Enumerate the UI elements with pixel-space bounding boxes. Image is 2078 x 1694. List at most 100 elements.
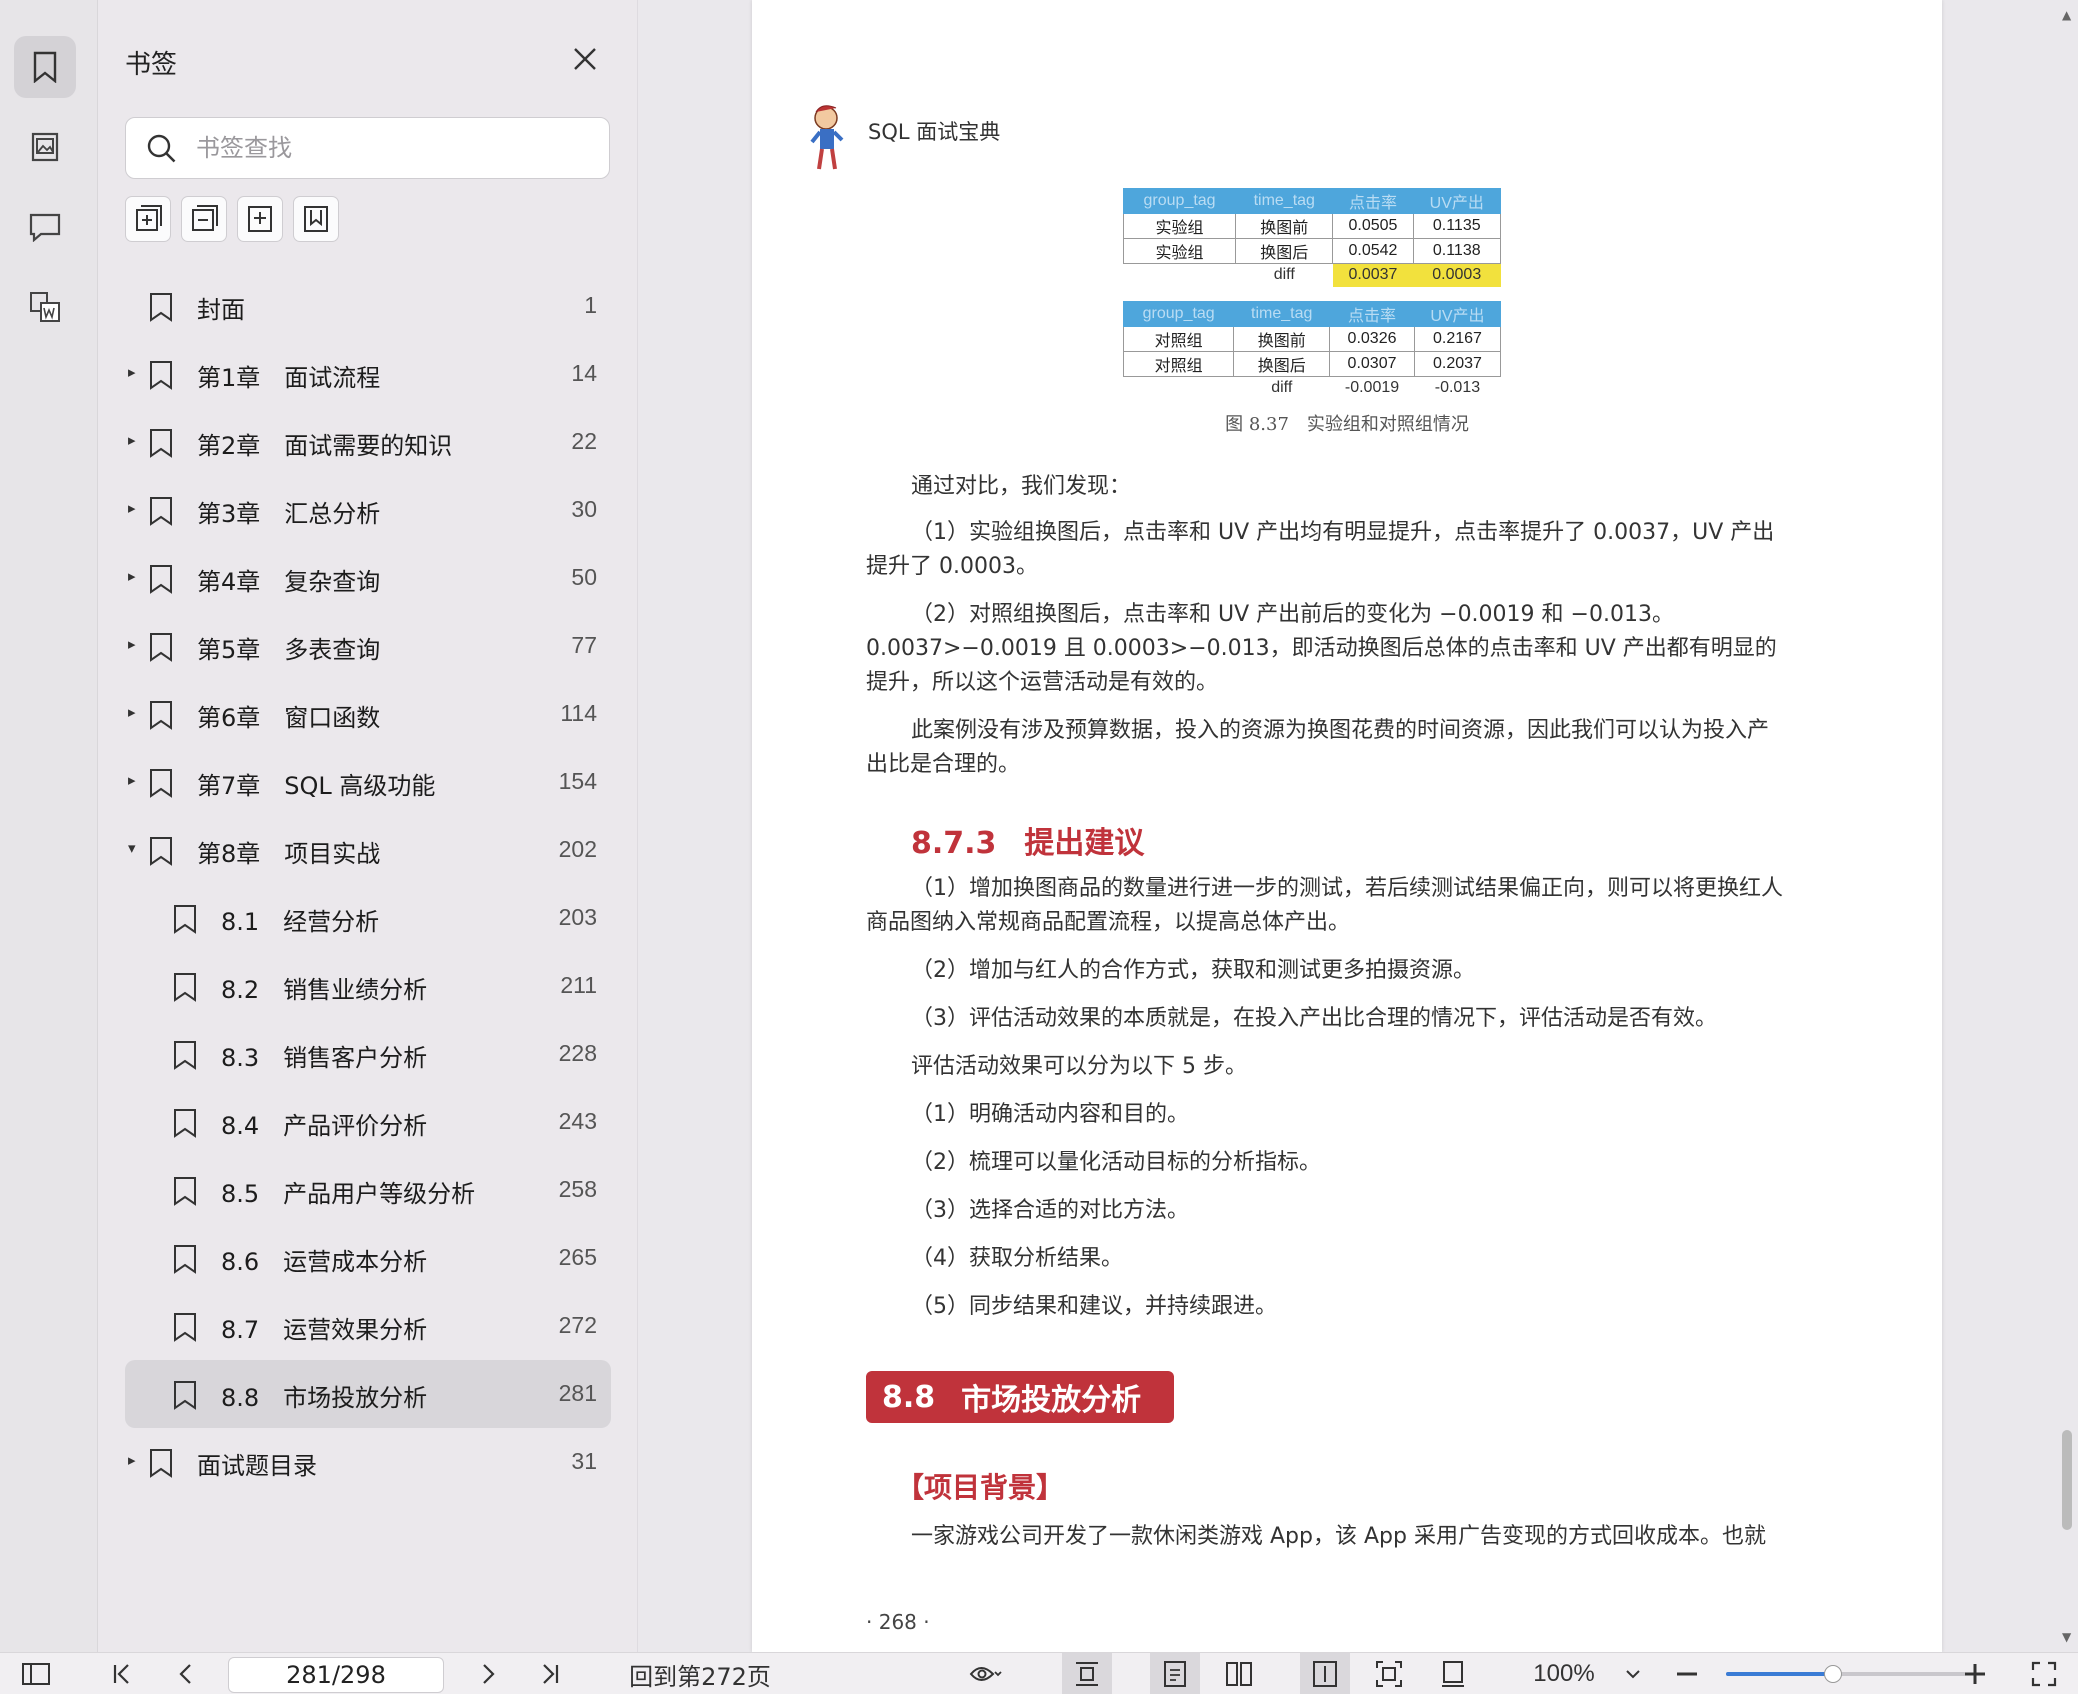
list-item: （2）梳理可以量化活动目标的分析指标。 <box>911 1150 1321 1175</box>
first-page-button[interactable] <box>100 1653 144 1694</box>
expand-all-button[interactable] <box>125 196 171 242</box>
bookmark-title: 第1章 面试流程 <box>197 364 381 392</box>
bookmark-item-ch2[interactable]: ▸ 第2章 面试需要的知识 22 <box>125 408 611 476</box>
cartoon-logo-icon <box>810 105 844 170</box>
paragraph: 一家游戏公司开发了一款休闲类游戏 App，该 App 采用广告变现的方式回收成本… <box>911 1524 1766 1549</box>
document-viewer[interactable]: SQL 面试宝典 group_tag time_tag 点击率 UV产出 实验组… <box>638 0 2078 1652</box>
bookmark-item-8-2[interactable]: 8.2 销售业绩分析 211 <box>125 952 611 1020</box>
paragraph: 评估活动效果可以分为以下 5 步。 <box>911 1054 1247 1079</box>
bookmark-item-ch4[interactable]: ▸ 第4章 复杂查询 50 <box>125 544 611 612</box>
image-icon <box>31 132 59 162</box>
table-cell: 换图后 <box>1235 238 1334 264</box>
list-item: （5）同步结果和建议，并持续跟进。 <box>911 1294 1277 1319</box>
list-item: （1）明确活动内容和目的。 <box>911 1102 1189 1127</box>
rotate-page-button[interactable] <box>1428 1653 1478 1694</box>
scroll-up-icon[interactable]: ▲ <box>2062 8 2071 22</box>
bookmark-item-cover[interactable]: 封面 1 <box>125 272 611 340</box>
bookmark-icon <box>150 293 172 322</box>
expand-caret-icon[interactable]: ▸ <box>128 703 136 721</box>
single-page-button[interactable] <box>1150 1653 1200 1694</box>
table-cell: 对照组 <box>1122 326 1235 352</box>
bookmark-item-ch8[interactable]: ▾ 第8章 项目实战 202 <box>125 816 611 884</box>
section-heading: 8.7.3 提出建议 <box>911 818 1144 862</box>
bookmark-options-button[interactable] <box>293 196 339 242</box>
thumbnail-panel-button[interactable] <box>14 116 76 178</box>
bookmark-item-8-5[interactable]: 8.5 产品用户等级分析 258 <box>125 1156 611 1224</box>
expand-caret-icon[interactable]: ▸ <box>128 431 136 449</box>
previous-page-button[interactable] <box>164 1653 208 1694</box>
zoom-level[interactable]: 100% <box>1524 1653 1604 1694</box>
sidebar-toggle-icon <box>22 1663 50 1685</box>
bookmark-title: 8.2 销售业绩分析 <box>221 976 428 1004</box>
bookmark-item-ch1[interactable]: ▸ 第1章 面试流程 14 <box>125 340 611 408</box>
fullscreen-button[interactable] <box>2024 1653 2064 1694</box>
paragraph: （2）对照组换图后，点击率和 UV 产出前后的变化为 −0.0019 和 −0.… <box>866 602 1777 695</box>
expand-caret-icon[interactable]: ▸ <box>128 635 136 653</box>
zoom-in-button[interactable] <box>1958 1653 1992 1694</box>
view-mode-dropdown[interactable] <box>954 1653 1018 1694</box>
table-cell: 换图前 <box>1233 326 1331 352</box>
zoom-out-button[interactable] <box>1670 1653 1704 1694</box>
bookmark-item-8-4[interactable]: 8.4 产品评价分析 243 <box>125 1088 611 1156</box>
close-icon <box>574 48 596 70</box>
page-number-input[interactable]: 281/298 <box>228 1657 444 1693</box>
bookmark-item-8-6[interactable]: 8.6 运营成本分析 265 <box>125 1224 611 1292</box>
back-to-page-button[interactable]: 回到第272页 <box>620 1653 780 1694</box>
fullscreen-icon <box>2031 1661 2057 1687</box>
close-sidebar-button[interactable] <box>570 44 600 74</box>
bookmark-item-ch7[interactable]: ▸ 第7章 SQL 高级功能 154 <box>125 748 611 816</box>
expand-caret-icon[interactable]: ▸ <box>128 499 136 517</box>
bookmark-icon <box>174 1041 196 1070</box>
fit-page-button[interactable] <box>1364 1653 1414 1694</box>
comment-panel-button[interactable] <box>14 196 76 258</box>
bottom-toolbar: 281/298 回到第272页 100% <box>0 1652 2078 1694</box>
vertical-scrollbar[interactable] <box>2062 1430 2072 1530</box>
bookmark-page: 31 <box>571 1448 597 1474</box>
table-cell: 对照组 <box>1122 351 1235 377</box>
table-cell: 0.1135 <box>1412 213 1502 239</box>
two-page-button[interactable] <box>1214 1653 1264 1694</box>
paragraph: 通过对比，我们发现： <box>911 474 1132 499</box>
expand-caret-icon[interactable]: ▸ <box>128 1451 136 1469</box>
bookmark-icon <box>150 837 172 866</box>
bookmark-item-8-7[interactable]: 8.7 运营效果分析 272 <box>125 1292 611 1360</box>
zoom-slider[interactable] <box>1726 1665 1966 1683</box>
bookmark-page: 265 <box>558 1244 597 1270</box>
zoom-slider-handle[interactable] <box>1824 1665 1842 1683</box>
toggle-sidebar-button[interactable] <box>14 1653 58 1694</box>
bookmark-item-ch5[interactable]: ▸ 第5章 多表查询 77 <box>125 612 611 680</box>
continuous-scroll-button[interactable] <box>1300 1653 1350 1694</box>
section-title: 提出建议 <box>1024 826 1145 861</box>
search-icon <box>147 134 176 163</box>
table-cell: diff <box>1273 266 1295 284</box>
add-bookmark-button[interactable] <box>237 196 283 242</box>
bookmark-icon <box>150 429 172 458</box>
fit-width-icon <box>1076 1662 1098 1686</box>
bookmark-list: 封面 1 ▸ 第1章 面试流程 14 ▸ 第2章 面试需要的知识 22 ▸ 第3… <box>125 272 611 1496</box>
zoom-dropdown[interactable] <box>1618 1653 1648 1694</box>
last-page-button[interactable] <box>528 1653 572 1694</box>
chevron-right-icon <box>483 1664 495 1684</box>
fit-width-button[interactable] <box>1062 1653 1112 1694</box>
bookmark-item-ch6[interactable]: ▸ 第6章 窗口函数 114 <box>125 680 611 748</box>
table-cell: 0.0542 <box>1332 238 1414 264</box>
bookmark-panel-button[interactable] <box>14 36 76 98</box>
bookmark-item-questions[interactable]: ▸ 面试题目录 31 <box>125 1428 611 1496</box>
next-page-button[interactable] <box>466 1653 510 1694</box>
table-header: UV产出 <box>1412 188 1502 214</box>
bookmark-item-8-1[interactable]: 8.1 经营分析 203 <box>125 884 611 952</box>
scroll-down-icon[interactable]: ▼ <box>2062 1630 2071 1644</box>
bookmark-page: 203 <box>558 904 597 930</box>
bookmark-item-8-8[interactable]: 8.8 市场投放分析 281 <box>125 1360 611 1428</box>
bookmark-search-input[interactable] <box>196 118 596 178</box>
collapse-caret-icon[interactable]: ▾ <box>128 839 136 857</box>
table-cell: 0.0505 <box>1332 213 1414 239</box>
bookmark-item-ch3[interactable]: ▸ 第3章 汇总分析 30 <box>125 476 611 544</box>
bookmark-icon <box>174 1381 196 1410</box>
collapse-all-button[interactable] <box>181 196 227 242</box>
bookmark-item-8-3[interactable]: 8.3 销售客户分析 228 <box>125 1020 611 1088</box>
expand-caret-icon[interactable]: ▸ <box>128 567 136 585</box>
convert-panel-button[interactable] <box>14 276 76 338</box>
expand-caret-icon[interactable]: ▸ <box>128 771 136 789</box>
expand-caret-icon[interactable]: ▸ <box>128 363 136 381</box>
